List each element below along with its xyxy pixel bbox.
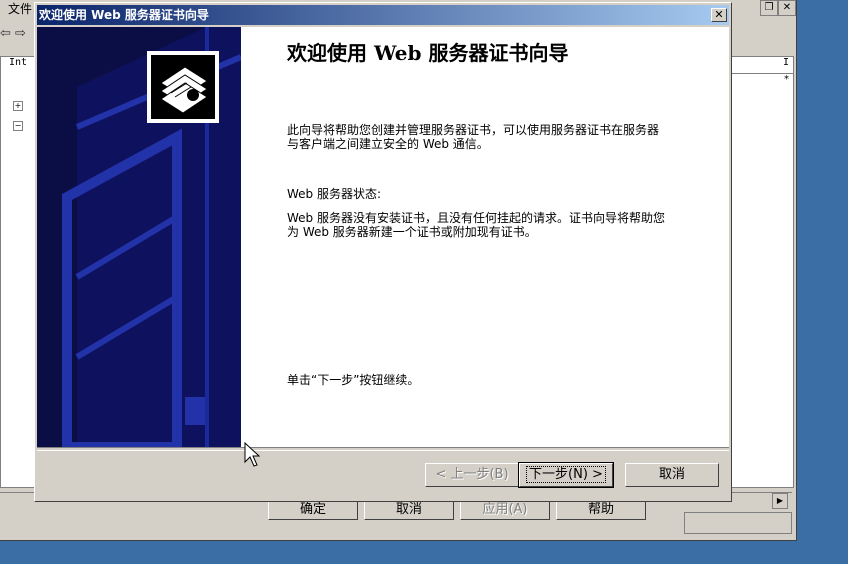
certificate-logo xyxy=(147,51,219,123)
cancel-wizard-button[interactable]: 取消 xyxy=(625,463,719,487)
close-icon[interactable]: ✕ xyxy=(711,8,727,22)
list-header[interactable]: I xyxy=(731,57,793,74)
back-button[interactable]: < 上一步(B) xyxy=(425,463,519,487)
tree-collapse-icon[interactable]: − xyxy=(13,121,23,131)
close-icon[interactable]: ✕ xyxy=(778,0,796,16)
menu-file[interactable]: 文件 xyxy=(8,0,32,17)
continue-text: 单击“下一步”按钮继续。 xyxy=(287,373,420,387)
button-separator xyxy=(37,447,729,451)
mouse-cursor-icon xyxy=(244,442,261,467)
back-arrow-icon[interactable]: ⇦ xyxy=(0,26,11,41)
status-label: Web 服务器状态: xyxy=(287,187,382,201)
status-field xyxy=(684,512,792,534)
list-marker: * xyxy=(784,74,789,85)
wizard-content: 欢迎使用 Web 服务器证书向导 此向导将帮助您创建并管理服务器证书，可以使用服… xyxy=(241,27,729,447)
intro-text: 此向导将帮助您创建并管理服务器证书，可以使用服务器证书在服务器与客户端之间建立安… xyxy=(287,123,660,151)
dialog-titlebar[interactable]: 欢迎使用 Web 服务器证书向导 ✕ xyxy=(37,5,729,25)
wizard-heading: 欢迎使用 Web 服务器证书向导 xyxy=(287,41,569,65)
dialog-title: 欢迎使用 Web 服务器证书向导 xyxy=(39,8,209,22)
list-pane: I * xyxy=(730,56,794,488)
nav-arrows: ⇦ ⇨ xyxy=(0,26,26,41)
status-text: Web 服务器没有安装证书，且没有任何挂起的请求。证书向导将帮助您为 Web 服… xyxy=(287,211,665,239)
forward-arrow-icon[interactable]: ⇨ xyxy=(15,26,26,41)
certificate-stack-icon xyxy=(160,66,208,114)
scroll-right-icon[interactable]: ▶ xyxy=(772,493,788,509)
tree-expand-icon[interactable]: + xyxy=(13,101,23,111)
next-button-label: 下一步(N) > xyxy=(526,466,606,483)
restore-icon[interactable]: ❐ xyxy=(760,0,778,16)
certificate-wizard-dialog: 欢迎使用 Web 服务器证书向导 ✕ 欢迎使用 Web 服务器证书向导 此向导将… xyxy=(34,2,732,502)
wizard-side-banner xyxy=(37,27,241,447)
next-button[interactable]: 下一步(N) > xyxy=(518,462,614,488)
